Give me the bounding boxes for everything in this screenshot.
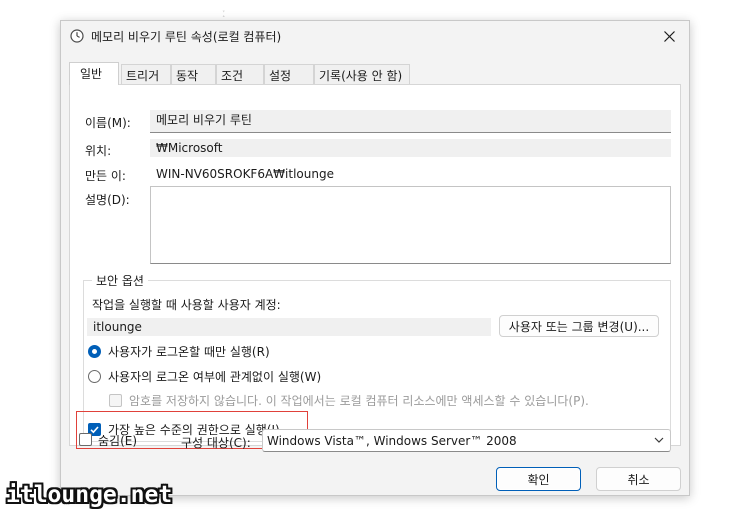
- cancel-button[interactable]: 취소: [596, 467, 681, 491]
- tab-actions[interactable]: 동작: [171, 64, 216, 84]
- security-options-group: 보안 옵션 작업을 실행할 때 사용할 사용자 계정: itlounge 사용자…: [76, 272, 671, 449]
- tab-triggers[interactable]: 트리거: [121, 64, 171, 84]
- author-label: 만든 이:: [85, 169, 126, 183]
- description-field[interactable]: [150, 186, 671, 264]
- radio-whether-logged-on[interactable]: [88, 370, 101, 383]
- radio-whether-label[interactable]: 사용자의 로그온 여부에 관계없이 실행(W): [108, 368, 321, 385]
- hidden-checkbox[interactable]: [79, 433, 92, 446]
- security-group-title: 보안 옵션: [92, 272, 148, 289]
- name-field[interactable]: 메모리 비우기 루틴: [150, 110, 671, 133]
- name-label: 이름(M):: [85, 116, 131, 130]
- background-text: ː: [222, 6, 227, 20]
- location-value: ₩Microsoft: [150, 139, 671, 157]
- tab-settings[interactable]: 설정: [264, 64, 314, 84]
- close-icon: [663, 30, 675, 42]
- change-user-button[interactable]: 사용자 또는 그룹 변경(U)...: [499, 315, 659, 337]
- location-label: 위치:: [85, 144, 112, 158]
- hidden-label[interactable]: 숨김(E): [98, 432, 137, 449]
- configure-for-value: Windows Vista™, Windows Server™ 2008: [267, 433, 517, 448]
- ok-button[interactable]: 확인: [496, 467, 581, 491]
- clock-icon: [70, 29, 84, 43]
- no-store-password-checkbox[interactable]: [109, 394, 122, 407]
- title-bar[interactable]: 메모리 비우기 루틴 속성(로컬 컴퓨터): [61, 21, 689, 51]
- properties-dialog: 메모리 비우기 루틴 속성(로컬 컴퓨터) 일반 트리거 동작 조건 설정 기록…: [60, 20, 690, 496]
- tab-history[interactable]: 기록(사용 안 함): [314, 64, 410, 84]
- account-value: itlounge: [87, 318, 491, 336]
- general-panel: 이름(M): 메모리 비우기 루틴 위치: ₩Microsoft 만든 이: W…: [69, 84, 681, 449]
- window-title: 메모리 비우기 루틴 속성(로컬 컴퓨터): [91, 30, 282, 44]
- author-value: WIN-NV60SROKF6A₩itlounge: [156, 167, 334, 181]
- no-store-password-label: 암호를 저장하지 않습니다. 이 작업에서는 로컬 컴퓨터 리소스에만 액세스할…: [129, 394, 589, 408]
- tab-conditions[interactable]: 조건: [216, 64, 264, 84]
- close-button[interactable]: [649, 21, 689, 51]
- configure-for-label: 구성 대상(C):: [181, 436, 251, 450]
- description-label: 설명(D):: [85, 193, 130, 207]
- radio-logged-on-label[interactable]: 사용자가 로그온할 때만 실행(R): [108, 343, 270, 360]
- configure-for-select[interactable]: Windows Vista™, Windows Server™ 2008: [262, 429, 671, 452]
- watermark-text: itlounge.net: [6, 482, 173, 508]
- chevron-down-icon: [654, 437, 664, 443]
- tab-general[interactable]: 일반: [69, 62, 119, 85]
- account-prompt: 작업을 실행할 때 사용할 사용자 계정:: [92, 298, 281, 312]
- radio-logged-on-only[interactable]: [88, 345, 101, 358]
